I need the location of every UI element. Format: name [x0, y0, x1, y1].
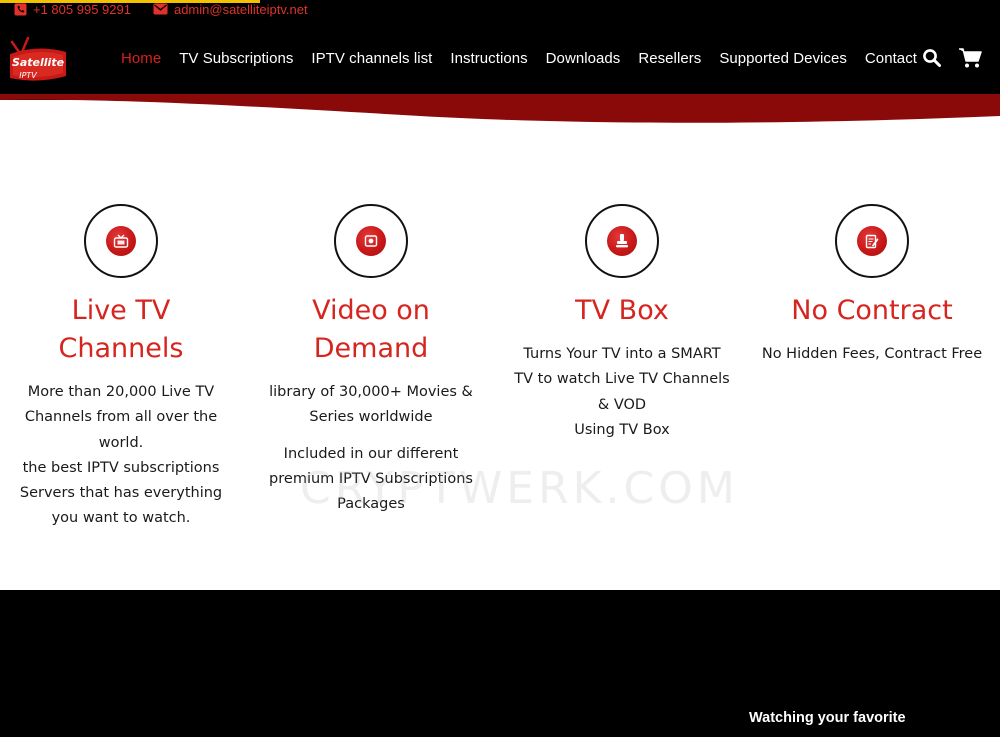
- phone-number[interactable]: +1 805 995 9291: [33, 2, 131, 17]
- desc-line: Using TV Box: [574, 421, 670, 438]
- desc-line: world.: [98, 434, 144, 451]
- desc-line: Turns Your TV into a SMART: [523, 346, 721, 362]
- feature-title-line: TV Box: [575, 295, 669, 326]
- header-curve-decoration: [0, 94, 1000, 123]
- feature-title: Live TV Channels: [0, 292, 246, 368]
- feature-title-line: No Contract: [791, 295, 953, 326]
- nav-item-supported-devices[interactable]: Supported Devices: [719, 50, 847, 67]
- desc-line: Series worldwide: [309, 409, 433, 426]
- nav-item-contact-us[interactable]: Contact us: [865, 50, 917, 67]
- search-icon[interactable]: [922, 48, 942, 68]
- nav-item-iptv-channels-list[interactable]: IPTV channels list: [311, 50, 432, 67]
- feature-icon-circle: [835, 204, 909, 278]
- site-header: +1 805 995 9291 admin@satelliteiptv.net …: [0, 0, 1000, 125]
- feature-title-line: Demand: [313, 333, 429, 364]
- logo-text-iptv: IPTV: [19, 71, 37, 80]
- nav-item-instructions[interactable]: Instructions: [450, 50, 527, 67]
- desc-line: Servers that has everything: [19, 485, 223, 502]
- desc-line: & VOD: [597, 396, 647, 413]
- feature-icon-circle: [334, 204, 408, 278]
- nav-item-home[interactable]: Home: [121, 50, 161, 67]
- feature-description: More than 20,000 Live TV Channels from a…: [0, 380, 246, 532]
- video-icon: [364, 235, 378, 247]
- satellite-iptv-logo[interactable]: Satellite IPTV: [6, 32, 70, 88]
- email-contact[interactable]: admin@satelliteiptv.net: [153, 2, 308, 17]
- feature-title-line: Live TV: [71, 295, 171, 326]
- nav-item-resellers[interactable]: Resellers: [638, 50, 701, 67]
- phone-icon: [14, 2, 27, 16]
- main-navigation: Home TV Subscriptions IPTV channels list In…: [121, 46, 917, 70]
- desc-line: the best IPTV subscriptions: [22, 459, 220, 476]
- live-tv-icon: [113, 234, 129, 248]
- contract-icon: [865, 234, 879, 248]
- feature-description: Turns Your TV into a SMART TV to watch L…: [497, 342, 747, 443]
- desc-line: library of 30,000+ Movies &: [269, 384, 473, 400]
- envelope-icon: [153, 3, 168, 15]
- bottom-section: Watching your favorite: [0, 590, 1000, 737]
- nav-item-downloads[interactable]: Downloads: [546, 50, 621, 67]
- bottom-heading: Watching your favorite: [749, 710, 906, 726]
- contact-topbar: +1 805 995 9291 admin@satelliteiptv.net: [14, 0, 308, 18]
- feature-title: Video on Demand: [246, 292, 496, 368]
- nav-item-tv-subscriptions[interactable]: TV Subscriptions: [179, 50, 293, 67]
- features-section: Live TV Channels More than 20,000 Live T…: [0, 125, 1000, 590]
- feature-title: No Contract: [747, 292, 997, 330]
- logo-text-satellite: Satellite: [12, 56, 65, 69]
- desc-line: No Hidden Fees, Contract Free: [761, 346, 983, 362]
- feature-icon-circle: [84, 204, 158, 278]
- email-address[interactable]: admin@satelliteiptv.net: [174, 2, 308, 17]
- feature-icon-circle: [585, 204, 659, 278]
- desc-line: More than 20,000 Live TV: [27, 384, 215, 400]
- cart-icon[interactable]: [958, 47, 982, 69]
- feature-description: No Hidden Fees, Contract Free: [747, 342, 997, 367]
- tv-box-icon: [616, 234, 628, 248]
- watermark-text: CRYPTWERK.COM: [300, 463, 739, 514]
- feature-title: TV Box: [497, 292, 747, 330]
- phone-contact[interactable]: +1 805 995 9291: [14, 2, 131, 17]
- feature-title-line: Channels: [58, 333, 184, 364]
- main-navigation-viewport: Home TV Subscriptions IPTV channels list In…: [121, 40, 917, 76]
- feature-title-line: Video on: [312, 295, 430, 326]
- desc-line: Channels from all over the: [24, 409, 218, 426]
- desc-line: you want to watch.: [51, 510, 191, 527]
- desc-line: Included in our different: [283, 445, 459, 462]
- desc-line: TV to watch Live TV Channels: [514, 371, 730, 388]
